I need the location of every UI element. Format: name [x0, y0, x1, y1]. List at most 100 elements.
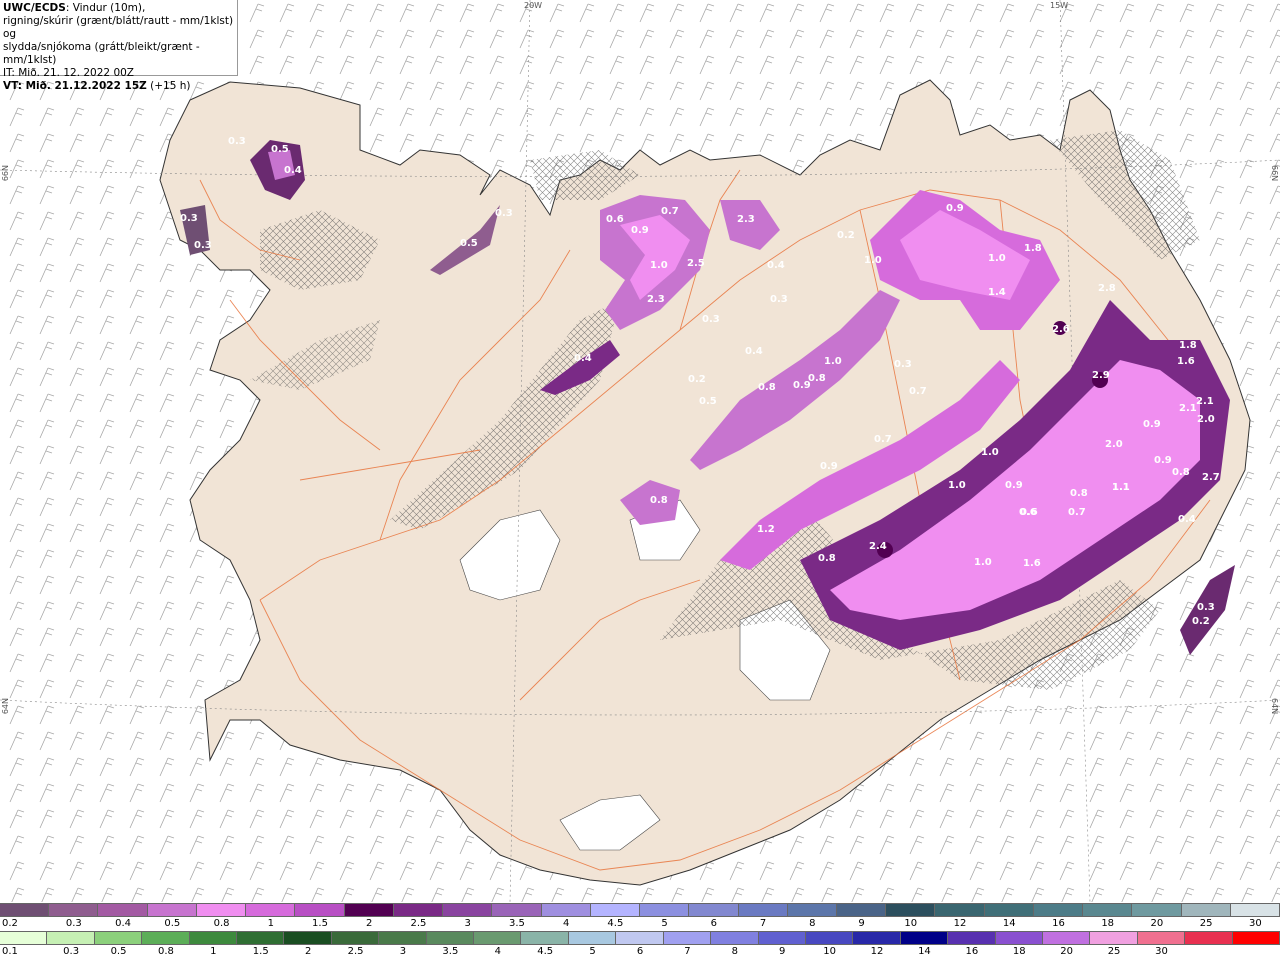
value-label: 0.3	[194, 240, 212, 251]
legend-swatch	[142, 932, 190, 944]
value-label: 0.9	[1005, 480, 1023, 491]
value-label: 0.8	[808, 373, 826, 384]
legend-swatch	[47, 932, 95, 944]
legend-label: 20	[1060, 946, 1074, 957]
value-label: 2.1	[1179, 403, 1197, 414]
value-label: 0.3	[702, 314, 720, 325]
value-label: 2.9	[1092, 370, 1110, 381]
legend-swatch	[1090, 932, 1138, 944]
valid-time: VT: Mið. 21.12.2022 15Z (+15 h)	[3, 80, 191, 92]
legend-label: 1.5	[312, 918, 328, 929]
legend-swatch	[1230, 904, 1280, 916]
legend-swatch	[590, 904, 641, 916]
init-time: IT: Mið. 21. 12. 2022 00Z	[3, 67, 134, 79]
legend-swatch	[886, 904, 936, 916]
value-label: 0.5	[699, 396, 717, 407]
value-label: 0.2	[837, 230, 855, 241]
legend-label: 25	[1199, 918, 1213, 929]
legend-swatch	[331, 932, 380, 944]
value-label: 1.4	[988, 287, 1006, 298]
legend-swatch	[948, 932, 996, 944]
legend-swatch	[984, 904, 1034, 916]
value-label: 0.9	[1143, 419, 1161, 430]
legend-label: 0.3	[65, 918, 82, 929]
value-label: 2.8	[1098, 283, 1116, 294]
legend-label: 20	[1150, 918, 1164, 929]
value-label: 0.5	[460, 238, 478, 249]
lon-label-15w: 15W	[1050, 1, 1069, 10]
legend-swatch	[492, 904, 542, 916]
value-label: 0.3	[770, 294, 788, 305]
value-label: 0.7	[909, 386, 927, 397]
lon-label-20w: 20W	[524, 1, 543, 10]
legend-label: 10	[823, 946, 836, 957]
legend-label: 6	[710, 918, 718, 929]
value-label: 1.8	[1179, 340, 1197, 351]
legend-swatch	[1185, 932, 1233, 944]
legend-swatch	[189, 932, 238, 944]
legend-swatch	[295, 904, 345, 916]
legend-label: 1	[267, 918, 274, 929]
value-label: 0.9	[1154, 455, 1172, 466]
legend-label: 4.5	[537, 946, 554, 957]
value-label: 2.5	[687, 258, 705, 269]
value-label: 1.0	[650, 260, 668, 271]
lat-label-64n-left: 64N	[1, 698, 10, 715]
legend-snow-scale	[0, 903, 1280, 917]
legend-label: 4	[494, 946, 501, 957]
value-label: 0.8	[758, 382, 776, 393]
legend-swatch	[237, 932, 285, 944]
value-label: 0.4	[574, 353, 592, 364]
legend-swatch	[344, 904, 394, 916]
legend-swatch	[379, 932, 427, 944]
legend-swatch	[900, 932, 949, 944]
weather-map: 0.5 0.4 0.3 0.3 0.3 0.5 0.3 0.6 0.9 0.7 …	[0, 0, 1280, 902]
legend-swatch	[787, 904, 837, 916]
legend-swatch	[284, 932, 332, 944]
legend-label: 0.8	[157, 946, 174, 957]
legend-label: 16	[965, 946, 979, 957]
legend-label: 8	[731, 946, 738, 957]
value-label: 0.8	[818, 553, 836, 564]
value-label: 1.8	[1024, 243, 1042, 254]
legend-label: 6	[636, 946, 644, 957]
legend-label: 10	[904, 918, 918, 929]
legend-label: 4.5	[607, 918, 624, 929]
value-label: 0.3	[495, 208, 513, 219]
value-label: 0.4	[767, 260, 785, 271]
legend-label: 7	[759, 918, 767, 929]
value-label: 2.0	[1197, 414, 1215, 425]
value-label: 0.7	[874, 434, 892, 445]
legend-swatch	[94, 932, 143, 944]
legend-swatch	[640, 904, 690, 916]
legend-swatch	[49, 904, 99, 916]
legend-swatch	[935, 904, 985, 916]
title-line-1: UWC/ECDS: Vindur (10m),	[3, 2, 146, 14]
value-label: 1.0	[948, 480, 966, 491]
lat-label-66n-left: 66N	[1, 165, 10, 182]
legend-snow-labels: 0.2 0.3 0.4 0.5 0.8 1 1.5 2 2.5 3 3.5 4 4.5 5 6 7 8 9 10 12…	[0, 918, 1280, 932]
legend-swatch	[1137, 932, 1186, 944]
value-label: 0.3	[894, 359, 912, 370]
legend-swatch	[196, 904, 247, 916]
legend-swatch	[738, 904, 788, 916]
value-label: 2.6	[1052, 324, 1070, 335]
legend-label: 1.5	[252, 946, 269, 957]
value-label: 1.0	[988, 253, 1006, 264]
legend-label: 2.5	[347, 946, 364, 957]
title-line-2: rigning/skúrir (grænt/blátt/rautt - mm/1…	[3, 15, 234, 40]
legend-swatch	[521, 932, 569, 944]
title-line-3: slydda/snjókoma (grátt/bleikt/grænt - mm…	[3, 41, 200, 66]
legend-label: 0.3	[63, 946, 80, 957]
value-label: 1.2	[757, 524, 775, 535]
legend-rain-scale	[0, 931, 1280, 945]
legend-swatch	[853, 932, 901, 944]
lat-label-66n-right: 66N	[1270, 165, 1279, 182]
legend-swatch	[711, 932, 759, 944]
value-label: 1.1	[1112, 482, 1130, 493]
legend-label: 30	[1249, 918, 1262, 929]
legend-label: 3	[464, 918, 471, 929]
legend-swatch	[1083, 904, 1133, 916]
value-label: 0.9	[820, 461, 838, 472]
value-label: 0.6	[1020, 507, 1038, 518]
